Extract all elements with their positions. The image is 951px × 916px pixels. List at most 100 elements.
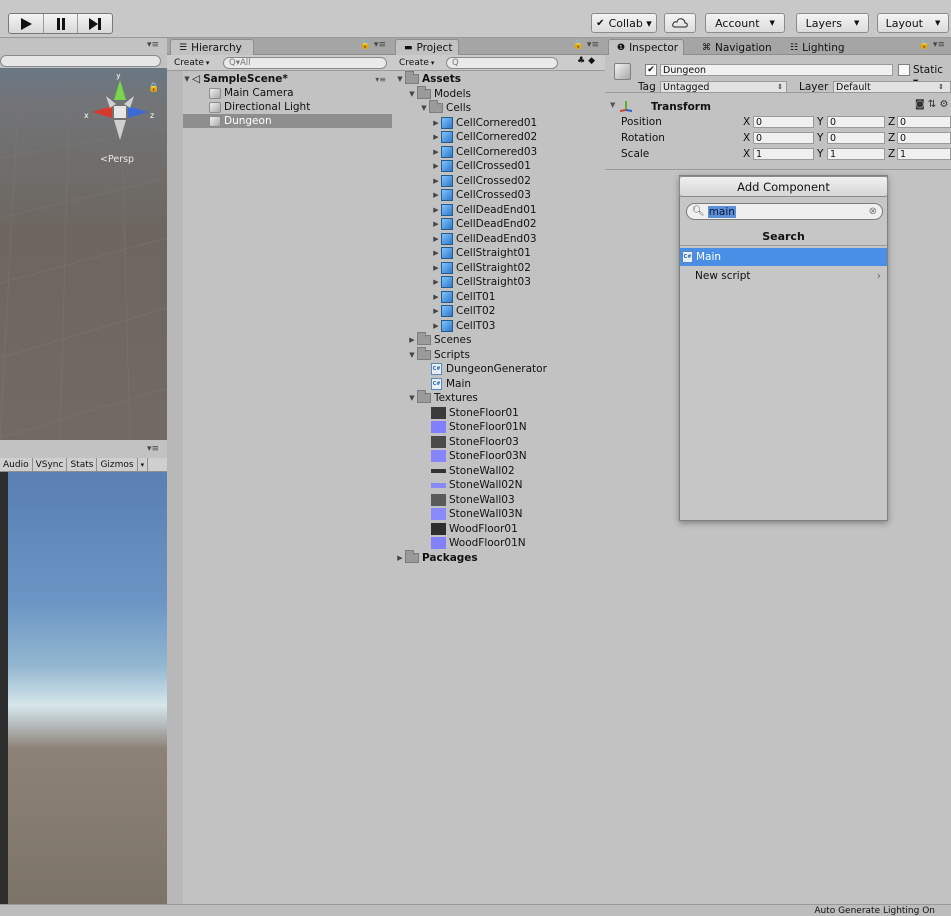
- transform-title[interactable]: Transform: [651, 101, 711, 113]
- position-x-axis-label[interactable]: X: [743, 116, 750, 128]
- filter-by-type-icon[interactable]: ♣ ◆: [577, 56, 595, 66]
- tab-navigation[interactable]: ⌘ Navigation: [693, 39, 777, 55]
- tree-item-texture[interactable]: StoneFloor03: [392, 435, 605, 449]
- scale-x-axis-label[interactable]: X: [743, 148, 750, 160]
- clear-search-icon[interactable]: ⊗: [869, 206, 877, 217]
- expand-arrow-icon[interactable]: ▼: [182, 75, 192, 83]
- expand-arrow-icon[interactable]: ▼: [395, 75, 405, 83]
- panel-menu-icon[interactable]: 🔒 ▾≡: [919, 40, 945, 50]
- create-button[interactable]: Create ▾: [396, 56, 437, 70]
- tab-inspector[interactable]: ❶ Inspector: [608, 39, 684, 55]
- tree-item-cell[interactable]: ▶ CellDeadEnd02: [392, 217, 605, 231]
- tab-project[interactable]: ▬ Project: [395, 39, 459, 55]
- tree-item-texture[interactable]: WoodFloor01N: [392, 536, 605, 550]
- collapse-arrow-icon[interactable]: ▶: [431, 307, 441, 315]
- scale-x-field[interactable]: 1: [753, 148, 814, 160]
- tree-folder-scripts[interactable]: ▼ Scripts: [392, 346, 605, 362]
- tree-item-texture[interactable]: WoodFloor01: [392, 522, 605, 536]
- tree-item-cell[interactable]: ▶ CellCrossed01: [392, 159, 605, 173]
- step-button[interactable]: [78, 14, 112, 33]
- expand-arrow-icon[interactable]: ▼: [407, 394, 417, 402]
- active-checkbox[interactable]: ✔: [645, 64, 657, 76]
- game-viewport[interactable]: [8, 472, 167, 904]
- tree-item-texture[interactable]: StoneWall03N: [392, 507, 605, 521]
- play-button[interactable]: [9, 14, 44, 33]
- rotation-x-axis-label[interactable]: X: [743, 132, 750, 144]
- rotation-y-field[interactable]: 0: [827, 132, 885, 144]
- collapse-arrow-icon[interactable]: ▶: [395, 554, 405, 562]
- collapse-arrow-icon[interactable]: ▶: [431, 220, 441, 228]
- expand-arrow-icon[interactable]: ▼: [610, 101, 615, 109]
- gameobject-icon[interactable]: [614, 63, 631, 80]
- collapse-arrow-icon[interactable]: ▶: [431, 322, 441, 330]
- tree-item-cell[interactable]: ▶ CellStraight03: [392, 275, 605, 289]
- scale-y-axis-label[interactable]: Y: [817, 148, 823, 160]
- collapse-arrow-icon[interactable]: ▶: [431, 177, 441, 185]
- position-x-field[interactable]: 0: [753, 116, 814, 128]
- tree-item-cell[interactable]: ▶ CellStraight02: [392, 261, 605, 275]
- rotation-y-axis-label[interactable]: Y: [817, 132, 823, 144]
- scene-search-input[interactable]: [0, 55, 161, 67]
- collapse-arrow-icon[interactable]: ▶: [431, 162, 441, 170]
- object-name-field[interactable]: Dungeon: [660, 64, 893, 76]
- tree-folder-cells[interactable]: ▼ Cells: [392, 100, 605, 115]
- rotation-z-field[interactable]: 0: [897, 132, 951, 144]
- gizmos-dropdown-icon[interactable]: ▾: [138, 457, 149, 472]
- tree-item-cell[interactable]: ▶ CellT01: [392, 290, 605, 304]
- rotation-z-axis-label[interactable]: Z: [888, 132, 895, 144]
- result-main[interactable]: C# Main: [680, 248, 887, 266]
- scene-menu-icon[interactable]: ▾≡: [375, 75, 386, 84]
- tree-folder-textures[interactable]: ▼ Textures: [392, 390, 605, 405]
- hierarchy-item-dungeon[interactable]: Dungeon: [167, 114, 392, 128]
- expand-arrow-icon[interactable]: ▼: [407, 351, 417, 359]
- collapse-arrow-icon[interactable]: ▶: [431, 264, 441, 272]
- collapse-arrow-icon[interactable]: ▶: [431, 249, 441, 257]
- tree-item-texture[interactable]: StoneWall03: [392, 493, 605, 507]
- stats-toggle[interactable]: Stats: [67, 457, 98, 472]
- panel-menu-icon[interactable]: ▾≡: [147, 40, 159, 50]
- collapse-arrow-icon[interactable]: ▶: [431, 148, 441, 156]
- component-settings-icon[interactable]: ◙ ⇅ ⚙: [915, 99, 948, 110]
- collapse-arrow-icon[interactable]: ▶: [407, 336, 417, 344]
- gizmos-toggle[interactable]: Gizmos: [97, 457, 138, 472]
- scale-z-field[interactable]: 1: [897, 148, 951, 160]
- hierarchy-item-directional-light[interactable]: Directional Light: [167, 100, 392, 114]
- account-button[interactable]: Account ▼: [705, 13, 785, 33]
- tree-item-cell[interactable]: ▶ CellDeadEnd01: [392, 203, 605, 217]
- tab-lighting[interactable]: ☷ Lighting: [781, 39, 855, 55]
- scale-z-axis-label[interactable]: Z: [888, 148, 895, 160]
- hierarchy-search-input[interactable]: Q▾All: [223, 57, 387, 69]
- position-z-field[interactable]: 0: [897, 116, 951, 128]
- scene-view[interactable]: ▾≡ 🔒 y x z <Persp: [0, 38, 167, 440]
- scene-root-row[interactable]: ▼ ◁ SampleScene* ▾≡: [167, 72, 392, 86]
- persp-label[interactable]: <Persp: [100, 154, 134, 165]
- tree-item-cell[interactable]: ▶ CellCrossed03: [392, 188, 605, 202]
- add-component-button[interactable]: Add Component: [679, 176, 888, 197]
- tree-item-cell[interactable]: ▶ CellT03: [392, 319, 605, 333]
- panel-menu-icon[interactable]: 🔒 ▾≡: [573, 40, 599, 50]
- tree-item-script[interactable]: C# Main: [392, 377, 605, 391]
- cloud-button[interactable]: [664, 13, 696, 33]
- tree-item-cell[interactable]: ▶ CellCornered01: [392, 116, 605, 130]
- hierarchy-item-main-camera[interactable]: Main Camera: [167, 86, 392, 100]
- tree-item-texture[interactable]: StoneWall02N: [392, 478, 605, 492]
- panel-menu-icon[interactable]: ▾≡: [147, 444, 159, 454]
- vsync-toggle[interactable]: VSync: [33, 457, 68, 472]
- collapse-arrow-icon[interactable]: ▶: [431, 278, 441, 286]
- create-button[interactable]: Create ▾: [171, 56, 212, 70]
- rotation-x-field[interactable]: 0: [753, 132, 814, 144]
- expand-arrow-icon[interactable]: ▼: [419, 104, 429, 112]
- tree-folder-assets[interactable]: ▼ Assets: [392, 71, 605, 86]
- tree-item-cell[interactable]: ▶ CellCrossed02: [392, 174, 605, 188]
- tree-folder-packages[interactable]: ▶ Packages: [392, 549, 605, 565]
- scene-gizmo[interactable]: y x z: [84, 74, 164, 144]
- expand-arrow-icon[interactable]: ▼: [407, 90, 417, 98]
- tree-item-script[interactable]: C# DungeonGenerator: [392, 362, 605, 376]
- collab-button[interactable]: ✔ Collab ▾: [591, 13, 657, 33]
- audio-toggle[interactable]: Audio: [0, 457, 33, 472]
- static-checkbox[interactable]: [898, 64, 910, 76]
- collapse-arrow-icon[interactable]: ▶: [431, 293, 441, 301]
- tag-dropdown[interactable]: Untagged ⇕: [660, 81, 787, 93]
- collapse-arrow-icon[interactable]: ▶: [431, 191, 441, 199]
- collapse-arrow-icon[interactable]: ▶: [431, 119, 441, 127]
